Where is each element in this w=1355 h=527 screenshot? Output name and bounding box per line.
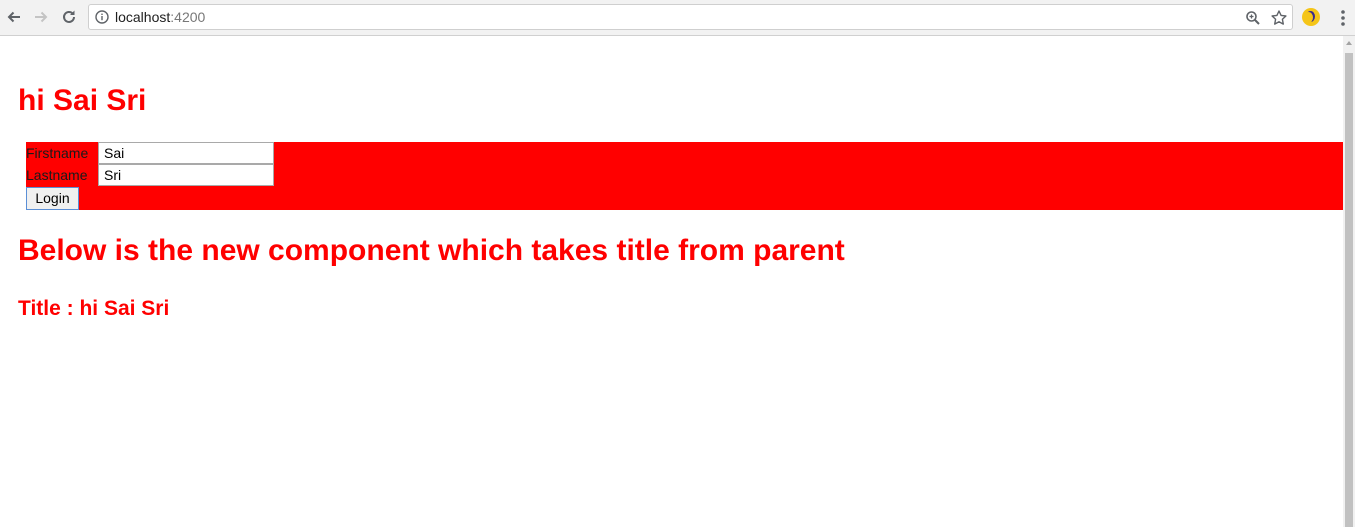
url-host: localhost <box>115 9 171 25</box>
scroll-up-icon[interactable] <box>1346 41 1352 45</box>
url-port: :4200 <box>170 9 206 25</box>
reload-icon <box>63 10 75 23</box>
page-content: hi Sai Sri Firstname Lastname Login Belo… <box>0 36 1344 527</box>
section-heading: Below is the new component which takes t… <box>18 234 845 267</box>
extension-icon[interactable] <box>1302 8 1320 26</box>
star-icon[interactable] <box>1270 9 1288 27</box>
url-text[interactable]: localhost:4200 <box>115 9 205 25</box>
login-button[interactable]: Login <box>26 187 79 210</box>
zoom-icon[interactable] <box>1244 9 1262 27</box>
reload-button[interactable] <box>57 5 81 29</box>
lastname-input[interactable] <box>98 164 274 186</box>
lastname-label: Lastname <box>26 167 88 183</box>
address-bar[interactable]: localhost:4200 <box>88 4 1293 30</box>
firstname-input[interactable] <box>98 142 274 164</box>
kebab-menu-icon[interactable] <box>1336 8 1350 28</box>
info-icon[interactable] <box>95 10 109 24</box>
arrow-right-icon <box>35 11 48 23</box>
child-component-title: Title : hi Sai Sri <box>18 297 170 320</box>
page-heading: hi Sai Sri <box>18 84 147 117</box>
back-button[interactable] <box>2 5 26 29</box>
scrollbar-thumb[interactable] <box>1345 53 1353 527</box>
browser-toolbar: localhost:4200 <box>0 0 1355 36</box>
firstname-label: Firstname <box>26 145 89 161</box>
vertical-scrollbar[interactable] <box>1343 36 1355 527</box>
forward-button[interactable] <box>29 5 53 29</box>
arrow-left-icon <box>7 11 20 23</box>
login-form: Firstname Lastname Login <box>26 142 1344 210</box>
